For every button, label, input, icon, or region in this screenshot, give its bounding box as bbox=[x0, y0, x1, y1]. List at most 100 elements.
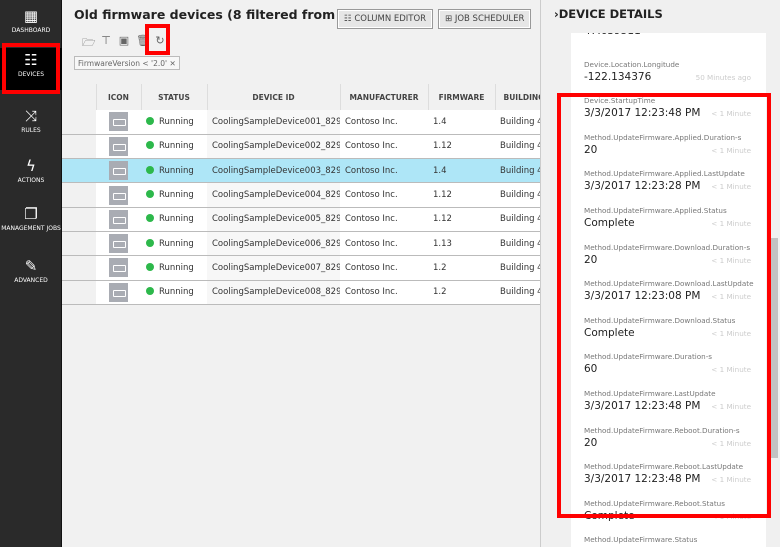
device-id-cell: CoolingSampleDevice004_829 bbox=[207, 182, 340, 208]
status-cell: Running bbox=[141, 158, 207, 184]
detail-item: Method.UpdateFirmware.Download.Duration-… bbox=[571, 238, 766, 275]
column-header-device-id[interactable]: DEVICE ID bbox=[206, 84, 340, 110]
detail-timestamp: < 1 Minute bbox=[711, 401, 751, 411]
running-status-icon bbox=[146, 287, 154, 296]
device-icon bbox=[109, 209, 128, 229]
detail-label: Method.UpdateFirmware.Download.Duration-… bbox=[584, 242, 751, 252]
building-cell: Building 4 bbox=[495, 280, 540, 305]
sidebar: ▦ DASHBOARD ☷ DEVICES ⤨ RULES ϟ ACTIONS ❐ MAN… bbox=[0, 0, 62, 547]
detail-item: Method.UpdateFirmware.Download.LastUpdat… bbox=[571, 274, 766, 311]
device-id-cell: CoolingSampleDevice005_829 bbox=[207, 207, 340, 232]
status-cell: Running bbox=[141, 182, 207, 208]
table-row[interactable]: Running CoolingSampleDevice007_829 Conto… bbox=[62, 255, 540, 281]
detail-item: Method.UpdateFirmware.Duration-s 60 < 1 Mi… bbox=[571, 347, 766, 384]
details-list: 47.639511 Device.Location.Longitude-122.1… bbox=[571, 33, 766, 547]
table-row[interactable]: Running CoolingSampleDevice003_829 Conto… bbox=[62, 158, 540, 184]
table-row[interactable]: Running CoolingSampleDevice006_829 Conto… bbox=[62, 231, 540, 257]
detail-timestamp: < 1 Minute bbox=[711, 365, 751, 375]
detail-label: Device.Location.Longitude bbox=[584, 59, 680, 69]
column-header-firmware[interactable]: FIRMWARE bbox=[427, 84, 495, 110]
device-icon bbox=[109, 112, 128, 132]
open-folder-icon[interactable]: 🗁 bbox=[82, 34, 96, 53]
firmware-cell: 1.12 bbox=[428, 134, 495, 160]
device-list-area: Old firmware devices (8 filtered from 25… bbox=[62, 0, 540, 547]
column-editor-button[interactable]: ☷ COLUMN EDITOR bbox=[337, 9, 434, 29]
detail-label: Method.UpdateFirmware.Applied.LastUpdate bbox=[584, 169, 745, 179]
manufacturer-cell: Contoso Inc. bbox=[340, 158, 428, 184]
detail-timestamp: < 1 Minute bbox=[711, 328, 751, 338]
delete-icon[interactable]: 🗑 bbox=[136, 34, 150, 53]
sidebar-item-devices[interactable]: ☷ DEVICES bbox=[0, 48, 62, 90]
detail-timestamp: < 1 Minute bbox=[711, 511, 751, 521]
column-header-status[interactable]: STATUS bbox=[140, 84, 207, 110]
detail-item: Method.UpdateFirmware.Applied.LastUpdate… bbox=[571, 164, 766, 201]
table-row[interactable]: Running CoolingSampleDevice008_829 Conto… bbox=[62, 280, 540, 305]
detail-value: 47.639511 bbox=[584, 33, 753, 37]
status-cell: Running bbox=[141, 134, 207, 160]
device-icon bbox=[109, 258, 128, 278]
rules-icon: ⤨ bbox=[24, 107, 37, 125]
building-cell: Building 4 bbox=[495, 207, 540, 232]
sidebar-item-rules[interactable]: ⤨ RULES bbox=[0, 108, 62, 158]
detail-item: Method.UpdateFirmware.Reboot.Status Compl… bbox=[571, 494, 766, 531]
device-id-cell: CoolingSampleDevice001_829 bbox=[207, 110, 340, 135]
device-id-cell: CoolingSampleDevice002_829 bbox=[207, 134, 340, 160]
refresh-icon[interactable]: ↻ bbox=[154, 34, 166, 53]
page-title: Old firmware devices (8 filtered from 25… bbox=[74, 7, 363, 22]
sidebar-item-management-jobs[interactable]: ❐ MANAGEMENT JOBS bbox=[0, 206, 62, 256]
status-cell: Running bbox=[141, 110, 207, 135]
detail-item: Method.UpdateFirmware.StatusComplete< 1 … bbox=[571, 530, 766, 547]
table-row[interactable]: Running CoolingSampleDevice004_829 Conto… bbox=[62, 182, 540, 208]
detail-item: Method.UpdateFirmware.Download.Status Com… bbox=[571, 311, 766, 348]
device-table: ICON STATUS DEVICE ID MANUFACTURER FIRMW… bbox=[62, 84, 540, 305]
building-cell: Building 4 bbox=[495, 134, 540, 160]
sidebar-item-advanced[interactable]: ✎ ADVANCED bbox=[0, 258, 62, 308]
detail-label: Method.UpdateFirmware.Duration-s bbox=[584, 352, 713, 362]
device-icon bbox=[109, 282, 128, 302]
detail-label: Method.UpdateFirmware.Applied.Status bbox=[584, 205, 727, 215]
building-cell: Building 4 bbox=[495, 255, 540, 281]
column-header-manufacturer[interactable]: MANUFACTURER bbox=[339, 84, 428, 110]
firmware-cell: 1.4 bbox=[428, 110, 495, 135]
scrollbar[interactable] bbox=[769, 33, 779, 547]
detail-label: Method.UpdateFirmware.Reboot.Duration-s bbox=[584, 425, 740, 435]
close-icon[interactable]: ✕ bbox=[169, 59, 175, 68]
detail-timestamp: 50 Minutes ago bbox=[695, 72, 751, 82]
detail-label: Method.UpdateFirmware.Download.Status bbox=[584, 315, 736, 325]
firmware-cell: 1.4 bbox=[428, 158, 495, 184]
table-row[interactable]: Running CoolingSampleDevice005_829 Conto… bbox=[62, 207, 540, 232]
manufacturer-cell: Contoso Inc. bbox=[340, 280, 428, 305]
scrollbar-thumb[interactable] bbox=[770, 238, 778, 458]
column-header-icon[interactable]: ICON bbox=[95, 84, 141, 110]
devices-icon: ☷ bbox=[24, 51, 38, 69]
detail-label: Device.StartupTime bbox=[584, 96, 656, 106]
clear-filter-icon[interactable]: ⊤ bbox=[100, 34, 112, 53]
detail-item: Method.UpdateFirmware.Reboot.Duration-s 2… bbox=[571, 421, 766, 458]
detail-label: Method.UpdateFirmware.Reboot.Status bbox=[584, 498, 725, 508]
dashboard-icon: ▦ bbox=[23, 7, 39, 25]
save-icon[interactable]: ▣ bbox=[118, 34, 130, 53]
running-status-icon bbox=[146, 116, 154, 125]
status-cell: Running bbox=[141, 231, 207, 257]
firmware-cell: 1.2 bbox=[428, 255, 495, 281]
panel-title[interactable]: ›DEVICE DETAILS bbox=[554, 7, 663, 21]
device-id-cell: CoolingSampleDevice006_829 bbox=[207, 231, 340, 257]
detail-label: Method.UpdateFirmware.LastUpdate bbox=[584, 388, 716, 398]
filter-chip[interactable]: FirmwareVersion < '2.0' ✕ bbox=[74, 56, 180, 70]
job-scheduler-button[interactable]: ⊞ JOB SCHEDULER bbox=[438, 9, 532, 29]
sidebar-item-actions[interactable]: ϟ ACTIONS bbox=[0, 158, 62, 208]
firmware-cell: 1.2 bbox=[428, 280, 495, 305]
column-header-building[interactable]: BUILDING bbox=[494, 84, 540, 110]
detail-label: Method.UpdateFirmware.Status bbox=[584, 535, 698, 545]
table-row[interactable]: Running CoolingSampleDevice002_829 Conto… bbox=[62, 134, 540, 160]
detail-timestamp: < 1 Minute bbox=[711, 255, 751, 265]
manufacturer-cell: Contoso Inc. bbox=[340, 110, 428, 135]
running-status-icon bbox=[146, 214, 154, 223]
device-icon bbox=[109, 161, 128, 181]
detail-timestamp: < 1 Minute bbox=[711, 292, 751, 302]
detail-timestamp: < 1 Minute bbox=[711, 182, 751, 192]
filter-toolbar: 🗁 ⊤ ▣ 🗑 ↻ bbox=[82, 34, 166, 53]
manufacturer-cell: Contoso Inc. bbox=[340, 207, 428, 232]
running-status-icon bbox=[146, 165, 154, 174]
table-row[interactable]: Running CoolingSampleDevice001_829 Conto… bbox=[62, 110, 540, 135]
